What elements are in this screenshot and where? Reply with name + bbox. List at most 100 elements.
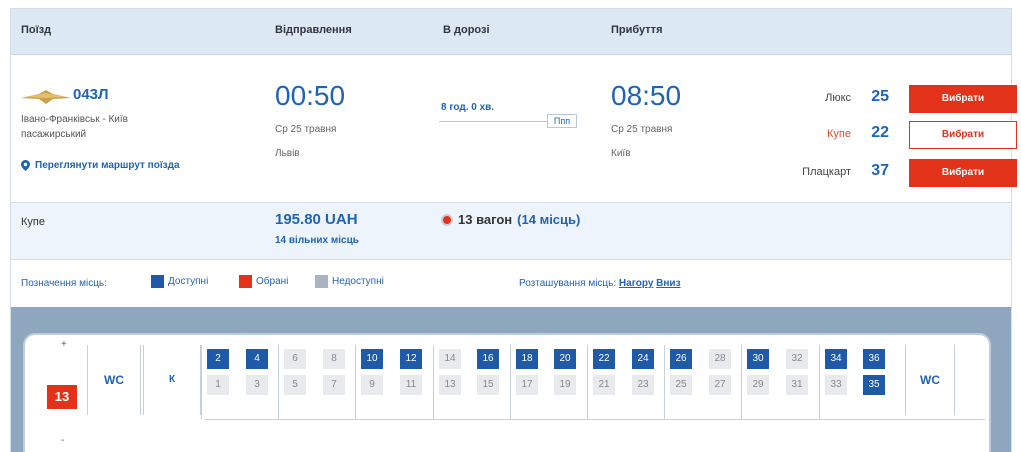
seat-upper[interactable]: 4 bbox=[246, 349, 268, 369]
seat-lower: 27 bbox=[709, 375, 731, 395]
wagon-number: 13 вагон bbox=[458, 212, 513, 227]
legend-selected: Обрані bbox=[239, 275, 288, 288]
sort-up-link[interactable]: Нагору bbox=[619, 278, 653, 289]
seat-upper: 6 bbox=[284, 349, 306, 369]
results-table-header: Поїзд Відправлення В дорозі Прибуття bbox=[11, 9, 1011, 55]
car-corridor bbox=[205, 419, 985, 420]
route-line-2: пасажирський bbox=[21, 129, 87, 140]
duration-text: 8 год. 0 хв. bbox=[441, 102, 495, 113]
unavailable-swatch bbox=[315, 275, 328, 288]
seat-upper[interactable]: 34 bbox=[825, 349, 847, 369]
railway-logo-icon bbox=[21, 90, 71, 104]
class-lux-count: 25 bbox=[871, 88, 889, 105]
train-search-results: Поїзд Відправлення В дорозі Прибуття 043… bbox=[10, 8, 1017, 452]
seat-lower: 1 bbox=[207, 375, 229, 395]
seat-upper[interactable]: 12 bbox=[400, 349, 422, 369]
map-pin-icon bbox=[21, 160, 30, 171]
car-layout: + 13 - WC К WC 2 1 4 3 6 5 8 7 10 9 12 11 14 13 16 15 18… bbox=[23, 333, 991, 452]
class-platskart-count: 37 bbox=[871, 162, 889, 179]
sort-down-link[interactable]: Вниз bbox=[656, 278, 680, 289]
header-arrival: Прибуття bbox=[611, 24, 663, 36]
header-departure: Відправлення bbox=[275, 24, 352, 36]
seat-lower: 17 bbox=[516, 375, 538, 395]
seat-upper[interactable]: 18 bbox=[516, 349, 538, 369]
seat-lower: 23 bbox=[632, 375, 654, 395]
select-platskart-button[interactable]: Вибрати bbox=[909, 159, 1017, 187]
seat-lower: 25 bbox=[670, 375, 692, 395]
wagon-radio-icon[interactable] bbox=[441, 213, 453, 226]
coupe-label: Купе bbox=[21, 216, 45, 228]
seat-lower: 5 bbox=[284, 375, 306, 395]
seat-upper: 32 bbox=[786, 349, 808, 369]
coupe-free-places: 14 вільних місць bbox=[275, 235, 359, 246]
seat-upper[interactable]: 2 bbox=[207, 349, 229, 369]
wagon-selector[interactable]: 13 вагон (14 місць) bbox=[441, 212, 580, 227]
car-edge-top: + bbox=[61, 339, 67, 350]
seat-lower[interactable]: 35 bbox=[863, 375, 885, 395]
seat-upper[interactable]: 30 bbox=[747, 349, 769, 369]
seat-lower: 33 bbox=[825, 375, 847, 395]
seat-lower: 3 bbox=[246, 375, 268, 395]
class-lux-name: Люкс bbox=[825, 92, 851, 104]
legend-title: Позначення місць: bbox=[21, 278, 107, 289]
class-platskart-name: Плацкарт bbox=[802, 166, 851, 178]
seat-lower: 15 bbox=[477, 375, 499, 395]
class-platskart: Плацкарт 37 bbox=[771, 160, 891, 186]
seat-upper[interactable]: 16 bbox=[477, 349, 499, 369]
seat-lower: 7 bbox=[323, 375, 345, 395]
car-edge-bottom: - bbox=[61, 435, 65, 446]
view-route-label: Переглянути маршрут поїзда bbox=[35, 160, 180, 171]
view-route-link[interactable]: Переглянути маршрут поїзда bbox=[21, 160, 180, 171]
coupe-details-row: Купе 195.80 UAH 14 вільних місць 13 ваго… bbox=[11, 202, 1011, 260]
seat-lower: 31 bbox=[786, 375, 808, 395]
duration-badge: Ппп bbox=[547, 114, 577, 128]
legend-selected-label: Обрані bbox=[256, 276, 289, 287]
select-lux-button[interactable]: Вибрати bbox=[909, 85, 1017, 113]
selected-swatch bbox=[239, 275, 252, 288]
train-route: Івано-Франківськ - Київ пасажирський bbox=[21, 112, 201, 142]
header-train: Поїзд bbox=[21, 24, 52, 36]
car-map-area: + 13 - WC К WC 2 1 4 3 6 5 8 7 10 9 12 11 14 13 16 15 18… bbox=[11, 307, 1011, 452]
class-coupe-count: 22 bbox=[871, 124, 889, 141]
class-coupe-name: Купе bbox=[827, 128, 851, 140]
wagon-seats: (14 місць) bbox=[517, 212, 581, 227]
seat-upper: 14 bbox=[439, 349, 461, 369]
legend-available: Доступні bbox=[151, 275, 208, 288]
seat-lower: 13 bbox=[439, 375, 461, 395]
car-number-badge: 13 bbox=[47, 385, 77, 409]
seat-upper[interactable]: 36 bbox=[863, 349, 885, 369]
available-swatch bbox=[151, 275, 164, 288]
seat-upper[interactable]: 10 bbox=[361, 349, 383, 369]
seat-upper[interactable]: 20 bbox=[554, 349, 576, 369]
travel-duration: 8 год. 0 хв. Ппп bbox=[439, 102, 583, 132]
departure-time: 00:50 bbox=[275, 80, 346, 111]
coupe-price: 195.80 UAH bbox=[275, 211, 358, 228]
train-row: 043Л Івано-Франківськ - Київ пасажирськи… bbox=[11, 56, 1017, 201]
seat-sort: Розташування місць: Нагору Вниз bbox=[519, 278, 681, 289]
class-lux: Люкс 25 bbox=[771, 86, 891, 112]
seat-lower: 29 bbox=[747, 375, 769, 395]
seat-lower: 9 bbox=[361, 375, 383, 395]
seat-lower: 21 bbox=[593, 375, 615, 395]
legend-unavailable-label: Недоступні bbox=[332, 276, 384, 287]
seat-lower: 11 bbox=[400, 375, 422, 395]
class-coupe: Купе 22 bbox=[771, 122, 891, 148]
seat-upper[interactable]: 26 bbox=[670, 349, 692, 369]
seat-upper: 8 bbox=[323, 349, 345, 369]
seat-upper: 28 bbox=[709, 349, 731, 369]
seat-upper[interactable]: 24 bbox=[632, 349, 654, 369]
train-number[interactable]: 043Л bbox=[73, 86, 109, 103]
seat-upper[interactable]: 22 bbox=[593, 349, 615, 369]
arrival-date: Ср 25 травня bbox=[611, 124, 673, 135]
route-line-1: Івано-Франківськ - Київ bbox=[21, 114, 128, 125]
service-room: К bbox=[143, 345, 201, 415]
seat-lower: 19 bbox=[554, 375, 576, 395]
select-coupe-button[interactable]: Вибрати bbox=[909, 121, 1017, 149]
departure-date: Ср 25 травня bbox=[275, 124, 337, 135]
legend-unavailable: Недоступні bbox=[315, 275, 384, 288]
departure-station: Львів bbox=[275, 148, 300, 159]
seat-legend: Позначення місць: Доступні Обрані Недост… bbox=[11, 261, 1011, 305]
legend-available-label: Доступні bbox=[168, 276, 209, 287]
arrival-station: Київ bbox=[611, 148, 631, 159]
wc-left: WC bbox=[87, 345, 141, 415]
